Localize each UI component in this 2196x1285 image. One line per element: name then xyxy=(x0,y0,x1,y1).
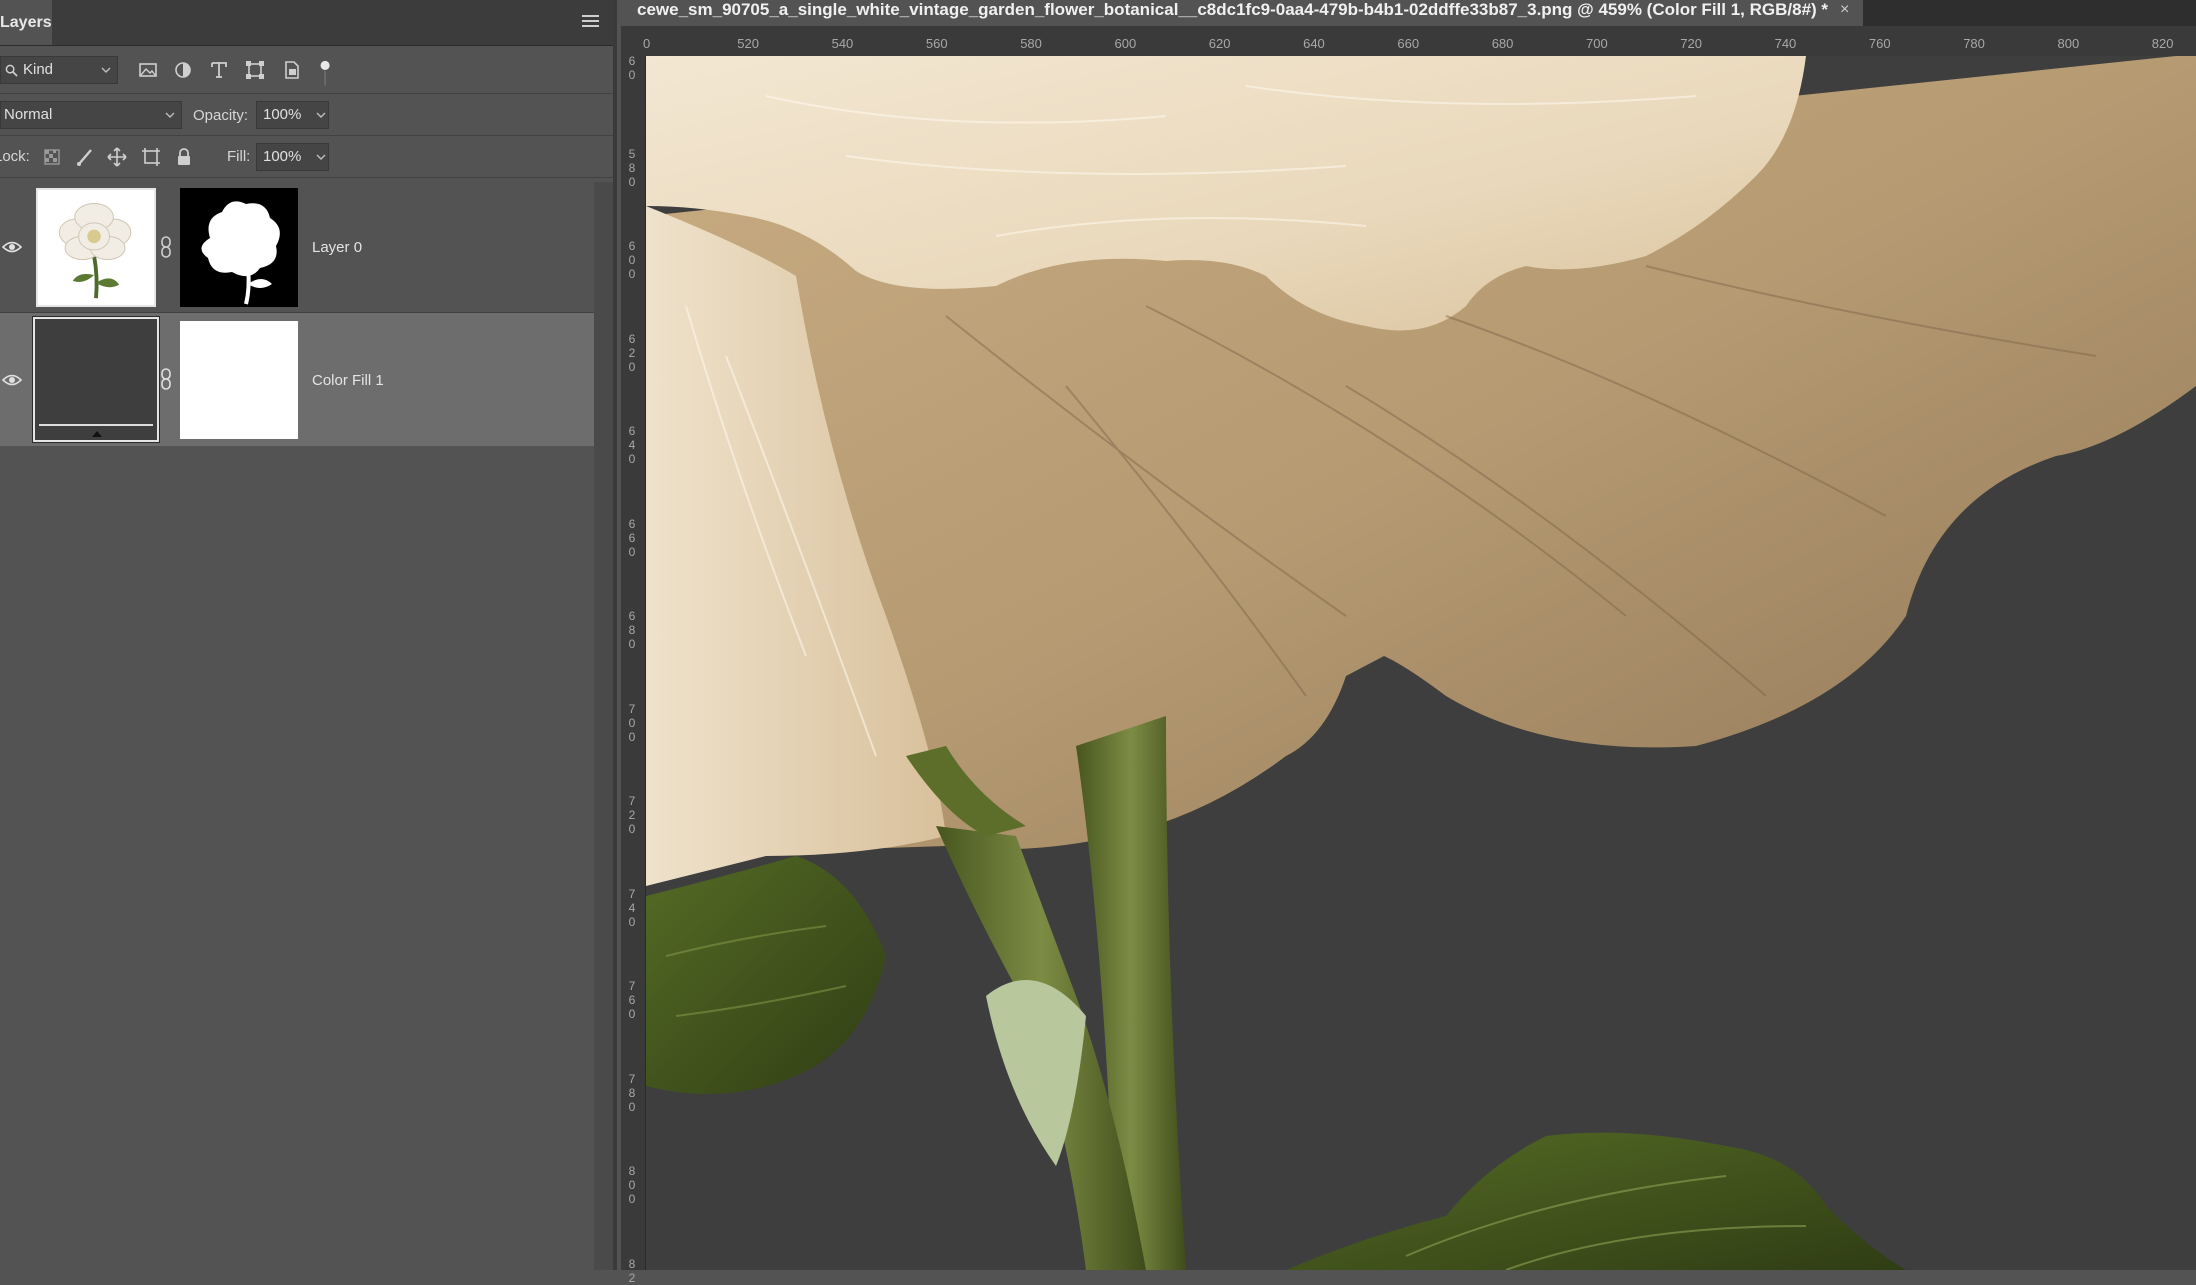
fill-input[interactable]: 100% xyxy=(256,143,329,171)
lock-label: Lock: xyxy=(0,148,30,165)
fill-label: Fill: xyxy=(227,148,251,165)
ruler-tick-label: 82 xyxy=(628,1256,636,1285)
search-icon xyxy=(5,64,18,77)
ruler-tick-label: 0 xyxy=(643,36,651,51)
canvas[interactable] xyxy=(646,56,2196,1270)
panel-tab-bar: Layers xyxy=(0,0,613,46)
ruler-tick-label: 620 xyxy=(628,331,636,374)
lock-pixels-icon[interactable] xyxy=(41,146,63,168)
layer-name[interactable]: Layer 0 xyxy=(312,239,362,256)
ruler-tick-label: 800 xyxy=(2057,36,2080,51)
eye-icon[interactable] xyxy=(2,240,22,254)
layers-tab[interactable]: Layers xyxy=(0,0,52,45)
layer-name[interactable]: Color Fill 1 xyxy=(312,372,384,389)
ruler-tick-label: 620 xyxy=(1208,36,1231,51)
lock-artboard-icon[interactable] xyxy=(140,146,162,168)
opacity-input[interactable]: 100% xyxy=(256,101,329,129)
ruler-tick-label: 760 xyxy=(1868,36,1891,51)
ruler-tick-label: 780 xyxy=(1963,36,1985,51)
layer-thumbnail[interactable] xyxy=(36,188,156,307)
type-filter-icon[interactable] xyxy=(208,59,230,81)
ruler-tick-label: 800 xyxy=(628,1164,636,1206)
blend-mode-dropdown[interactable]: Normal xyxy=(0,101,182,129)
ruler-corner xyxy=(621,26,645,56)
layer-row-color-fill-1[interactable]: Color Fill 1 xyxy=(0,313,594,446)
lock-position-icon[interactable] xyxy=(106,146,128,168)
link-icon[interactable] xyxy=(160,235,172,259)
flower-thumbnail-image xyxy=(58,203,132,299)
filter-toggle-icon[interactable] xyxy=(316,54,336,86)
shape-filter-icon[interactable] xyxy=(244,59,266,81)
blend-row: Normal Opacity: 100% xyxy=(0,95,613,136)
link-icon[interactable] xyxy=(160,367,172,391)
horizontal-ruler[interactable]: 0 520 540 560 580 600 620 640 660 680 700 720 740 760… xyxy=(643,26,2196,57)
layer-mask-thumbnail[interactable] xyxy=(180,188,298,307)
document-title: cewe_sm_90705_a_single_white_vintage_gar… xyxy=(637,0,1829,19)
ruler-tick-label: 740 xyxy=(1774,36,1797,51)
filter-kind-dropdown[interactable]: Kind xyxy=(0,56,118,84)
flower-artwork xyxy=(646,56,2196,1270)
ruler-tick-label: 720 xyxy=(1680,36,1702,51)
close-icon[interactable]: × xyxy=(1840,0,1849,20)
ruler-tick-label: 660 xyxy=(628,516,636,559)
panel-scrollbar[interactable] xyxy=(594,182,613,1270)
ruler-tick-label: 600 xyxy=(1114,36,1137,51)
fill-color-thumbnail[interactable] xyxy=(32,316,160,443)
eye-icon[interactable] xyxy=(2,373,22,387)
lock-row: Lock: Fill: 100% xyxy=(0,136,613,178)
chevron-down-icon[interactable] xyxy=(316,153,326,161)
ruler-tick-label: 660 xyxy=(1397,36,1420,51)
opacity-label: Opacity: xyxy=(193,107,249,124)
ruler-tick-label: 700 xyxy=(628,701,636,744)
document-tab[interactable]: cewe_sm_90705_a_single_white_vintage_gar… xyxy=(617,0,1864,26)
ruler-tick-label: 680 xyxy=(1491,36,1514,51)
ruler-tick-label: 600 xyxy=(628,239,636,281)
opacity-value: 100% xyxy=(263,106,302,123)
document-tab-bar: cewe_sm_90705_a_single_white_vintage_gar… xyxy=(617,0,2196,26)
smart-object-filter-icon[interactable] xyxy=(281,59,303,81)
ruler-tick-label: 700 xyxy=(1586,36,1608,51)
ruler-tick-label: 760 xyxy=(628,979,636,1021)
layer-filter-row: Kind xyxy=(0,46,613,94)
chevron-down-icon xyxy=(101,67,111,73)
image-filter-icon[interactable] xyxy=(137,59,159,81)
triangle-marker-icon xyxy=(92,431,102,437)
ruler-tick-label: 820 xyxy=(2151,36,2174,51)
ruler-tick-label: 580 xyxy=(628,146,636,189)
ruler-tick-label: 520 xyxy=(737,36,759,51)
chevron-down-icon xyxy=(165,112,175,118)
ruler-tick-label: 580 xyxy=(1020,36,1042,51)
panel-menu-icon[interactable] xyxy=(582,14,599,28)
blend-mode-value: Normal xyxy=(4,106,53,123)
ruler-tick-label: 560 xyxy=(925,36,948,51)
ruler-tick-label: 680 xyxy=(628,609,636,651)
ruler-tick-label: 540 xyxy=(831,36,854,51)
layers-panel: Layers Kind Normal Opacity: 100% ock: Fi… xyxy=(0,0,617,1270)
ruler-tick-label: 780 xyxy=(628,1071,636,1114)
lock-image-icon[interactable] xyxy=(74,146,96,168)
layer-mask-thumbnail[interactable] xyxy=(180,321,298,439)
fill-value: 100% xyxy=(263,148,302,165)
ruler-tick-label: 60 xyxy=(628,54,636,82)
filter-kind-label: Kind xyxy=(23,61,54,78)
lock-all-icon[interactable] xyxy=(173,146,195,168)
ruler-tick-label: 640 xyxy=(628,424,636,466)
ruler-tick-label: 740 xyxy=(628,886,636,929)
chevron-down-icon[interactable] xyxy=(316,111,326,119)
adjustment-filter-icon[interactable] xyxy=(172,59,194,81)
ruler-tick-label: 640 xyxy=(1303,36,1325,51)
ruler-tick-label: 720 xyxy=(628,794,636,836)
vertical-ruler[interactable]: 60 580 600 620 640 660 680 700 720 740 760 780 800 82 xyxy=(621,54,646,1285)
mask-silhouette-image xyxy=(201,201,280,305)
layer-row-layer-0[interactable]: Layer 0 xyxy=(0,182,594,313)
